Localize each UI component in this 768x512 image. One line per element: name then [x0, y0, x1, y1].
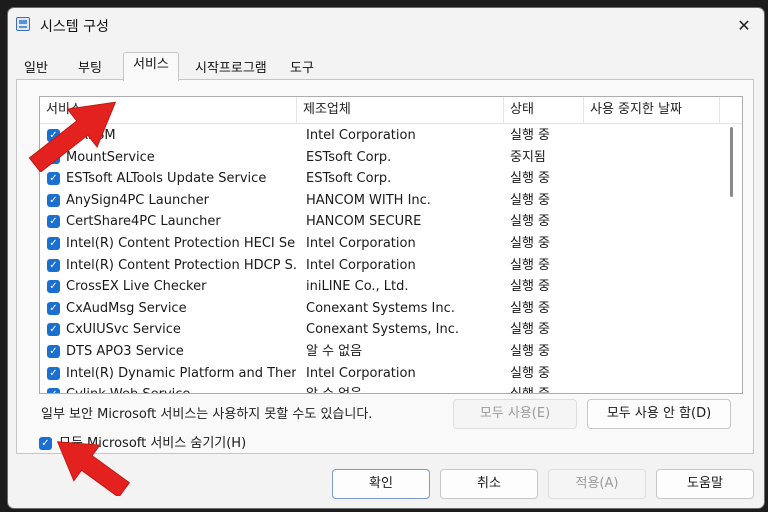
column-header-service[interactable]: 서비스	[40, 97, 297, 123]
tab-boot[interactable]: 부팅	[70, 58, 110, 80]
service-manufacturer: 알 수 없음	[306, 344, 363, 359]
service-checkbox[interactable]: ✓	[47, 388, 60, 393]
service-name: AnySign4PC Launcher	[66, 192, 209, 208]
checkbox-checked-icon[interactable]: ✓	[39, 437, 52, 450]
service-manufacturer: Intel Corporation	[306, 257, 416, 273]
service-name: MountService	[66, 149, 155, 165]
service-checkbox[interactable]: ✓	[47, 323, 60, 337]
disable-all-button[interactable]: 모두 사용 안 함(D)	[587, 399, 731, 429]
service-checkbox[interactable]: ✓	[47, 301, 60, 315]
service-name: X AESM	[66, 128, 116, 143]
service-name: DTS APO3 Service	[66, 344, 184, 359]
service-name: Intel(R) Content Protection HECI Se...	[66, 236, 296, 251]
service-checkbox[interactable]: ✓	[47, 258, 60, 272]
close-icon: ✕	[737, 15, 751, 35]
table-row[interactable]: ✓ Intel(R) Content Protection HDCP S... In…	[40, 255, 742, 277]
service-manufacturer: HANCOM SECURE	[306, 214, 422, 230]
service-name: Intel(R) Dynamic Platform and Ther...	[66, 365, 296, 381]
table-row[interactable]: ✓ X AESM Intel Corporation 실행 중	[40, 125, 742, 147]
service-status: 실행 중	[510, 365, 551, 381]
msconfig-app-icon	[16, 17, 30, 31]
title-bar: 시스템 구성 ✕	[8, 8, 764, 42]
apply-button[interactable]: 적용(A)	[548, 469, 646, 499]
table-row[interactable]: ✓ ESTsoft ALTools Update Service ESTsoft C…	[40, 168, 742, 190]
table-row[interactable]: ✓ CertShare4PC Launcher HANCOM SECURE 실행 중	[40, 211, 742, 233]
column-header-manufacturer[interactable]: 제조업체	[297, 97, 504, 123]
services-list[interactable]: 서비스 제조업체 상태 사용 중지한 날짜 ✓ X AESM Intel Corpo…	[39, 96, 743, 394]
table-row[interactable]: ✓ Cylink Web Service 알 수 없음 실행 중	[40, 384, 742, 393]
service-status: 실행 중	[510, 192, 551, 208]
service-status: 실행 중	[510, 279, 551, 295]
table-row[interactable]: ✓ AnySign4PC Launcher HANCOM WITH Inc. 실행 중	[40, 190, 742, 212]
service-name: Cylink Web Service	[66, 384, 296, 393]
system-configuration-window: 시스템 구성 ✕ 일반 부팅 서비스 시작프로그램 도구 서비스 제조업체 상태…	[7, 7, 765, 509]
service-checkbox[interactable]: ✓	[47, 129, 60, 142]
security-note: 일부 보안 Microsoft 서비스는 사용하지 못할 수도 있습니다.	[41, 407, 373, 422]
hide-microsoft-services-label: 모든 Microsoft 서비스 숨기기(H)	[59, 436, 247, 451]
list-header: 서비스 제조업체 상태 사용 중지한 날짜	[40, 97, 742, 124]
service-name: CrossEX Live Checker	[66, 279, 207, 295]
window-title: 시스템 구성	[40, 19, 109, 35]
enable-all-button[interactable]: 모두 사용(E)	[453, 399, 577, 429]
service-manufacturer: ESTsoft Corp.	[306, 149, 392, 165]
column-header-status[interactable]: 상태	[504, 97, 584, 123]
service-status: 실행 중	[510, 128, 551, 143]
service-status: 실행 중	[510, 171, 551, 187]
service-manufacturer: Intel Corporation	[306, 365, 416, 381]
service-name: Intel(R) Content Protection HDCP S...	[66, 257, 296, 273]
table-row[interactable]: ✓ Intel(R) Dynamic Platform and Ther... In…	[40, 363, 742, 385]
service-status: 실행 중	[510, 214, 551, 230]
service-checkbox[interactable]: ✓	[47, 193, 60, 207]
tab-general[interactable]: 일반	[16, 58, 56, 80]
service-manufacturer: HANCOM WITH Inc.	[306, 192, 431, 208]
service-status: 실행 중	[510, 344, 551, 359]
service-manufacturer: Intel Corporation	[306, 128, 416, 143]
service-status: 실행 중	[510, 384, 588, 393]
service-checkbox[interactable]: ✓	[47, 366, 60, 380]
service-manufacturer: iniLINE Co., Ltd.	[306, 279, 409, 295]
services-panel: 서비스 제조업체 상태 사용 중지한 날짜 ✓ X AESM Intel Corpo…	[16, 79, 754, 454]
service-name: CertShare4PC Launcher	[66, 214, 221, 230]
service-status: 중지됨	[510, 149, 546, 165]
service-checkbox[interactable]: ✓	[47, 345, 60, 358]
column-header-date-disabled[interactable]: 사용 중지한 날짜	[584, 97, 720, 123]
service-checkbox[interactable]: ✓	[47, 237, 60, 250]
service-manufacturer: 알 수 없음	[306, 384, 502, 393]
service-status: 실행 중	[510, 236, 551, 251]
table-row[interactable]: ✓ Intel(R) Content Protection HECI Se... I…	[40, 233, 742, 255]
service-checkbox[interactable]: ✓	[47, 280, 60, 294]
table-row[interactable]: ✓ CxAudMsg Service Conexant Systems Inc. 실행…	[40, 298, 742, 320]
service-checkbox[interactable]: ✓	[47, 150, 60, 164]
tab-startup[interactable]: 시작프로그램	[187, 58, 275, 80]
close-button[interactable]: ✕	[730, 12, 758, 38]
service-manufacturer: Conexant Systems, Inc.	[306, 322, 460, 338]
table-row[interactable]: ✓ CxUIUSvc Service Conexant Systems, Inc. 실…	[40, 319, 742, 341]
table-row[interactable]: ✓ DTS APO3 Service 알 수 없음 실행 중	[40, 341, 742, 363]
service-manufacturer: Conexant Systems Inc.	[306, 300, 455, 316]
help-button[interactable]: 도움말	[656, 469, 754, 499]
service-status: 실행 중	[510, 322, 551, 338]
table-row[interactable]: ✓ CrossEX Live Checker iniLINE Co., Ltd. 실행…	[40, 276, 742, 298]
service-name: CxAudMsg Service	[66, 300, 187, 316]
service-checkbox[interactable]: ✓	[47, 215, 60, 229]
vertical-scrollbar-thumb[interactable]	[730, 127, 733, 197]
service-name: ESTsoft ALTools Update Service	[66, 171, 267, 187]
service-checkbox[interactable]: ✓	[47, 172, 60, 186]
cancel-button[interactable]: 취소	[440, 469, 538, 499]
service-status: 실행 중	[510, 257, 551, 273]
service-name: CxUIUSvc Service	[66, 322, 181, 338]
service-manufacturer: Intel Corporation	[306, 236, 416, 251]
tab-services[interactable]: 서비스	[123, 52, 179, 81]
service-status: 실행 중	[510, 300, 551, 316]
service-manufacturer: ESTsoft Corp.	[306, 171, 392, 187]
table-row[interactable]: ✓ MountService ESTsoft Corp. 중지됨	[40, 147, 742, 169]
tab-tools[interactable]: 도구	[282, 58, 322, 80]
ok-button[interactable]: 확인	[332, 469, 430, 499]
